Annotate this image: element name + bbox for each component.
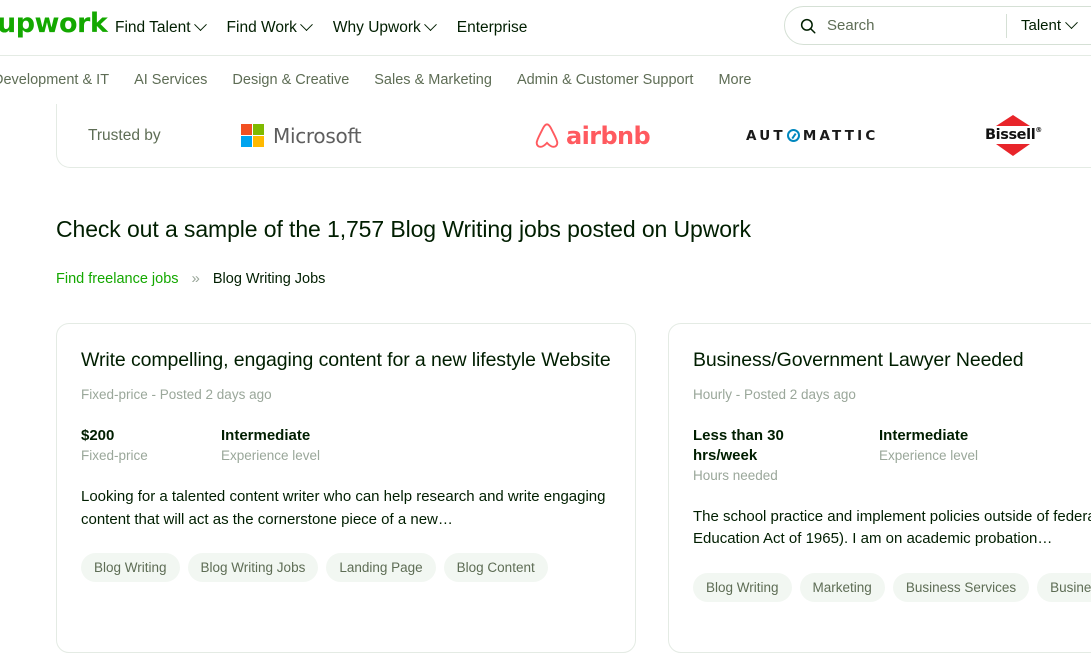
bissell-wordmark: Bissell® bbox=[985, 126, 1042, 144]
category-navigation: Development & IT AI Services Design & Cr… bbox=[0, 56, 751, 104]
job-facts: $200 Fixed-price Intermediate Experience… bbox=[81, 426, 611, 463]
job-card[interactable]: Business/Government Lawyer Needed Hourly… bbox=[668, 323, 1091, 653]
nav-item-why-upwork[interactable]: Why Upwork bbox=[332, 18, 437, 37]
job-fact-value: Less than 30 hrs/week bbox=[693, 427, 784, 465]
job-card[interactable]: Write compelling, engaging content for a… bbox=[56, 323, 636, 653]
site-header: upwork Find Talent Find Work Why Upwork … bbox=[0, 0, 1091, 55]
job-meta: Fixed-price - Posted 2 days ago bbox=[81, 387, 272, 403]
job-tag[interactable]: Business bbox=[1037, 572, 1091, 602]
chevron-down-icon bbox=[300, 18, 313, 32]
job-fact-hours: Less than 30 hrs/week Hours needed bbox=[693, 426, 879, 483]
airbnb-belo-icon bbox=[535, 123, 559, 148]
chevron-down-icon bbox=[1065, 16, 1078, 30]
automattic-logo: AUT MATTIC bbox=[746, 104, 879, 168]
breadcrumb-separator-icon: » bbox=[191, 270, 200, 287]
job-fact-label: Experience level bbox=[221, 448, 321, 464]
automattic-wordmark-before: AUT bbox=[746, 127, 786, 144]
job-fact-value: $200 bbox=[81, 427, 115, 445]
job-fact-value: Intermediate bbox=[221, 427, 311, 445]
bissell-bottom-shape-icon bbox=[996, 143, 1031, 156]
job-meta: Hourly - Posted 2 days ago bbox=[693, 387, 856, 403]
bissell-logo: Bissell® bbox=[985, 104, 1042, 168]
job-description: Looking for a talented content writer wh… bbox=[81, 488, 606, 528]
automattic-circle-icon bbox=[786, 129, 800, 142]
nav-item-label: Find Work bbox=[226, 18, 297, 36]
subnav-item-ai-services[interactable]: AI Services bbox=[134, 72, 207, 88]
job-tag[interactable]: Marketing bbox=[799, 572, 885, 602]
subnav-item-more[interactable]: More bbox=[718, 72, 751, 88]
job-tag[interactable]: Blog Content bbox=[443, 553, 548, 583]
search-divider bbox=[1006, 13, 1007, 38]
job-title[interactable]: Write compelling, engaging content for a… bbox=[81, 348, 611, 373]
job-fact-budget: $200 Fixed-price bbox=[81, 426, 221, 463]
job-tag[interactable]: Business Services bbox=[892, 572, 1030, 602]
job-fact-experience: Intermediate Experience level bbox=[221, 426, 361, 463]
chevron-down-icon bbox=[193, 18, 207, 32]
microsoft-logo: Microsoft bbox=[241, 104, 362, 168]
page-title: Check out a sample of the 1,757 Blog Wri… bbox=[56, 216, 751, 242]
chevron-down-icon bbox=[423, 18, 437, 32]
airbnb-logo: airbnb bbox=[534, 104, 651, 168]
subnav-item-admin-customer-support[interactable]: Admin & Customer Support bbox=[517, 72, 694, 88]
main-navigation: Find Talent Find Work Why Upwork Enterpr… bbox=[115, 0, 527, 55]
job-tag[interactable]: Blog Writing bbox=[81, 553, 180, 583]
search-bar[interactable]: Talent bbox=[784, 6, 1091, 45]
job-fact-label: Hours needed bbox=[693, 467, 778, 483]
breadcrumb: Find freelance jobs » Blog Writing Jobs bbox=[56, 270, 325, 287]
job-fact-label: Fixed-price bbox=[81, 448, 148, 464]
search-icon bbox=[800, 18, 816, 33]
nav-item-find-talent[interactable]: Find Talent bbox=[115, 18, 207, 37]
nav-item-label: Enterprise bbox=[456, 18, 528, 36]
job-fact-value: Intermediate bbox=[879, 427, 969, 445]
search-type-label: Talent bbox=[1021, 17, 1062, 34]
search-input[interactable] bbox=[827, 17, 1002, 34]
job-tag[interactable]: Landing Page bbox=[326, 553, 436, 583]
subnav-item-development-it[interactable]: Development & IT bbox=[0, 72, 109, 88]
breadcrumb-link-find-freelance-jobs[interactable]: Find freelance jobs bbox=[56, 271, 179, 287]
nav-item-enterprise[interactable]: Enterprise bbox=[457, 19, 528, 37]
subnav-item-design-creative[interactable]: Design & Creative bbox=[232, 72, 349, 88]
job-tag[interactable]: Blog Writing Jobs bbox=[187, 553, 319, 583]
nav-item-find-work[interactable]: Find Work bbox=[226, 18, 313, 37]
trusted-by-bar: Trusted by Microsoft airbnb AUT MATTIC B… bbox=[56, 104, 1091, 168]
subnav-item-sales-marketing[interactable]: Sales & Marketing bbox=[374, 72, 492, 88]
job-description: The school practice and implement polici… bbox=[693, 507, 1091, 548]
upwork-logo[interactable]: upwork bbox=[0, 10, 108, 37]
automattic-wordmark-after: MATTIC bbox=[802, 127, 879, 144]
job-title[interactable]: Business/Government Lawyer Needed bbox=[693, 348, 1091, 373]
job-facts: Less than 30 hrs/week Hours needed Inter… bbox=[693, 426, 1091, 483]
search-type-dropdown[interactable]: Talent bbox=[1021, 16, 1078, 34]
microsoft-squares-icon bbox=[241, 124, 264, 147]
nav-item-label: Why Upwork bbox=[332, 18, 421, 36]
breadcrumb-current: Blog Writing Jobs bbox=[212, 270, 326, 287]
job-tags: Blog Writing Blog Writing Jobs Landing P… bbox=[81, 553, 611, 583]
job-tags: Blog Writing Marketing Business Services… bbox=[693, 572, 1091, 602]
airbnb-wordmark: airbnb bbox=[566, 121, 651, 150]
job-fact-label: Experience level bbox=[879, 448, 979, 464]
microsoft-wordmark: Microsoft bbox=[273, 123, 362, 148]
job-tag[interactable]: Blog Writing bbox=[693, 572, 792, 602]
trusted-by-label: Trusted by bbox=[88, 126, 161, 144]
nav-item-label: Find Talent bbox=[115, 18, 191, 36]
bissell-top-shape-icon bbox=[996, 115, 1031, 127]
job-fact-experience: Intermediate Experience level bbox=[879, 426, 1019, 483]
